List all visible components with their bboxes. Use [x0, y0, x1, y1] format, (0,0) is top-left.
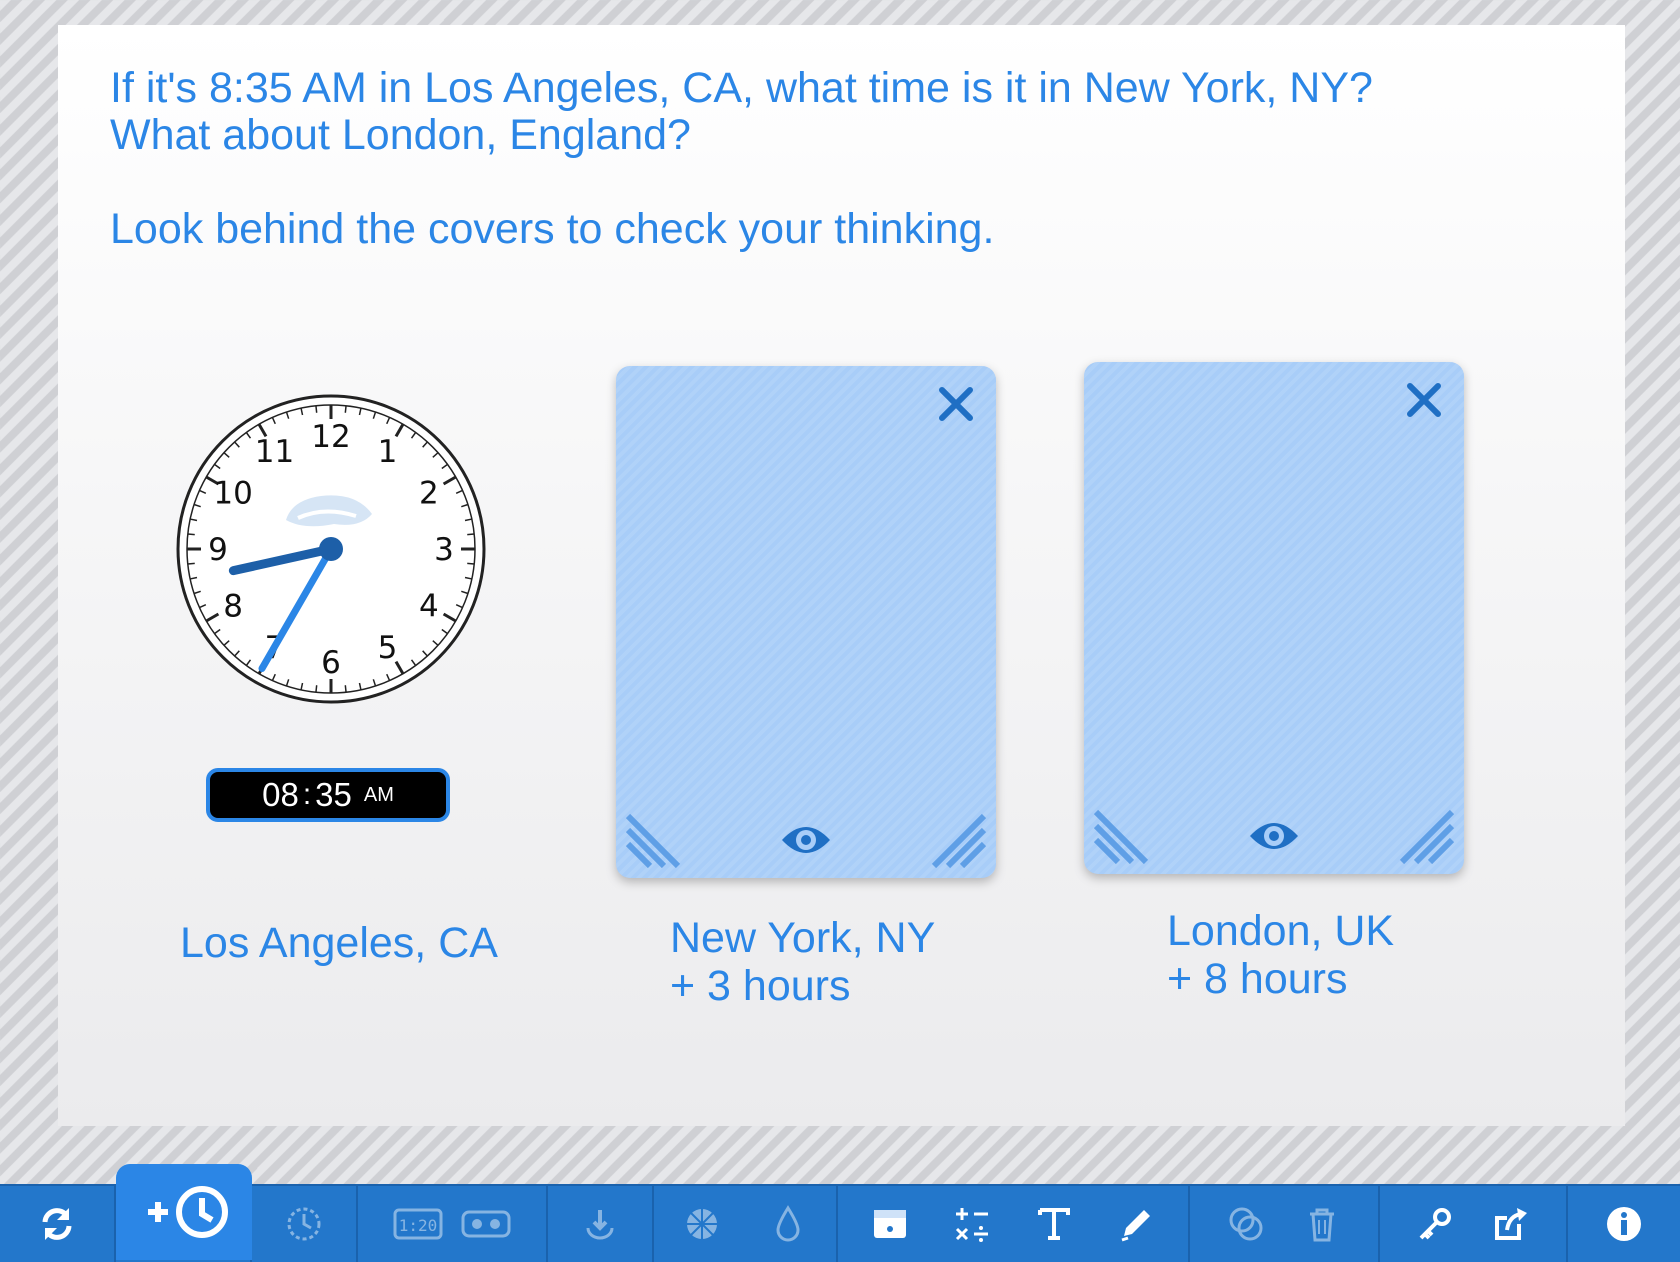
corner-lift-left-icon[interactable] — [626, 808, 686, 868]
clock-numeral: 12 — [311, 419, 350, 455]
clock-numeral: 2 — [419, 476, 439, 512]
digital-separator: : — [302, 778, 312, 811]
clock-pivot — [319, 537, 343, 561]
timer-icon — [287, 1207, 321, 1241]
cover-new-york[interactable] — [616, 366, 996, 878]
clock-tick — [344, 405, 347, 413]
clock-tick — [315, 405, 318, 413]
clock-numeral: 1 — [378, 434, 398, 470]
clock-tick — [467, 533, 475, 536]
loop-icon[interactable] — [461, 1204, 511, 1244]
edit-buttons — [1190, 1186, 1380, 1262]
math-icon[interactable] — [952, 1204, 992, 1244]
cover-icon[interactable] — [870, 1204, 910, 1244]
share-icon[interactable] — [1491, 1204, 1531, 1244]
pencil-icon[interactable] — [1116, 1204, 1156, 1244]
digital-hours: 08 — [262, 776, 299, 813]
clock-numeral: 3 — [434, 532, 454, 568]
city-name-london: London, UK — [1167, 907, 1395, 955]
clock-tick — [467, 562, 475, 565]
clock-numeral: 4 — [419, 589, 439, 625]
cover-london[interactable] — [1084, 362, 1464, 874]
touch-button[interactable] — [548, 1186, 654, 1262]
city-label-london: London, UK + 8 hours — [1167, 907, 1394, 1003]
svg-text:1:20: 1:20 — [399, 1216, 438, 1235]
digital-display-icon[interactable]: 1:20 — [393, 1204, 443, 1244]
content-buttons — [838, 1186, 1190, 1262]
eye-icon[interactable] — [1248, 816, 1300, 856]
prompt-text: If it's 8:35 AM in Los Angeles, CA, what… — [110, 65, 1590, 253]
clock-overlap-icon[interactable] — [1226, 1204, 1266, 1244]
prompt-line-2: What about London, England? — [110, 111, 691, 159]
info-icon — [1607, 1207, 1641, 1241]
key-icon[interactable] — [1415, 1204, 1455, 1244]
city-name-la: Los Angeles, CA — [180, 919, 498, 967]
eye-icon[interactable] — [780, 820, 832, 860]
text-icon[interactable] — [1034, 1204, 1074, 1244]
corner-lift-right-icon[interactable] — [1394, 804, 1454, 864]
digital-time-display[interactable]: 08 : 35 AM — [206, 768, 450, 822]
workspace-canvas[interactable]: If it's 8:35 AM in Los Angeles, CA, what… — [58, 25, 1625, 1126]
city-offset-london: + 8 hours — [1167, 955, 1348, 1003]
add-clock-button[interactable] — [116, 1164, 252, 1260]
prompt-line-1: If it's 8:35 AM in Los Angeles, CA, what… — [110, 64, 1373, 112]
prompt-line-3: Look behind the covers to check your thi… — [110, 205, 995, 253]
clock-tick — [187, 562, 195, 565]
city-offset-ny: + 3 hours — [670, 962, 851, 1010]
city-label-la: Los Angeles, CA — [180, 919, 498, 967]
clock-numeral: 9 — [208, 532, 228, 568]
clock-tick — [344, 685, 347, 693]
reset-icon — [42, 1208, 72, 1240]
close-icon[interactable] — [1402, 378, 1446, 422]
clock-numeral: 10 — [213, 476, 252, 512]
digital-ampm: AM — [363, 783, 394, 806]
drop-icon[interactable] — [768, 1204, 808, 1244]
reset-button[interactable] — [0, 1186, 116, 1262]
analog-clock[interactable]: 121234567891011 — [174, 392, 488, 706]
clock-numeral: 6 — [321, 645, 341, 681]
city-label-ny: New York, NY + 3 hours — [670, 914, 935, 1010]
close-icon[interactable] — [934, 382, 978, 426]
clock-tick — [187, 533, 195, 536]
digital-minutes: 35 — [315, 776, 352, 813]
bottom-toolbar: 1:20 — [0, 1184, 1680, 1262]
add-clock-icon — [148, 1186, 228, 1238]
timer-button[interactable] — [252, 1186, 358, 1262]
touch-icon — [586, 1210, 614, 1240]
clock-numeral: 11 — [255, 434, 294, 470]
trash-icon[interactable] — [1302, 1204, 1342, 1244]
clock-numeral: 8 — [223, 589, 243, 625]
clock-numeral: 5 — [378, 630, 398, 666]
info-button[interactable] — [1568, 1186, 1680, 1262]
clock-tick — [315, 685, 318, 693]
fill-buttons — [654, 1186, 838, 1262]
share-buttons — [1380, 1186, 1568, 1262]
corner-lift-right-icon[interactable] — [926, 808, 986, 868]
city-name-ny: New York, NY — [670, 914, 936, 962]
fill-wheel-icon[interactable] — [682, 1204, 722, 1244]
corner-lift-left-icon[interactable] — [1094, 804, 1154, 864]
display-buttons: 1:20 — [358, 1186, 548, 1262]
